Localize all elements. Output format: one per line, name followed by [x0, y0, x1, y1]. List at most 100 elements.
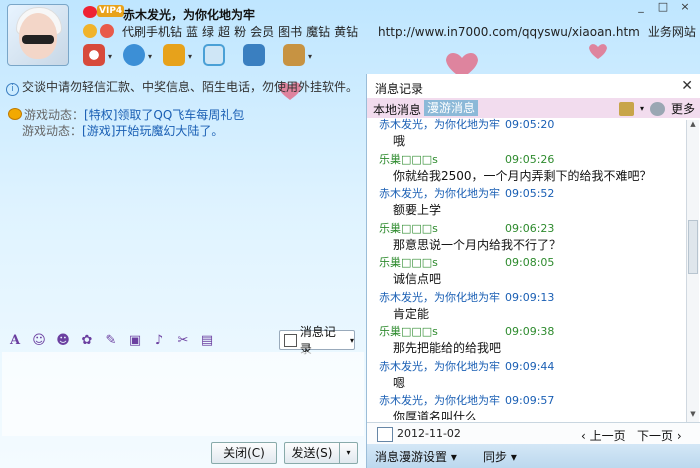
calendar-icon[interactable]: [377, 427, 393, 442]
game-icon[interactable]: [100, 24, 114, 38]
message-text: 你厚道名叫什么: [393, 410, 478, 420]
message-item: 赤木发光，为你化地为牢 09:09:13 肯定能: [379, 291, 685, 326]
message-time: 09:05:26: [505, 152, 555, 166]
signature-part: 黄钻: [334, 25, 359, 39]
signature-part: 图书: [278, 25, 303, 39]
message-time: 09:09:44: [505, 359, 555, 373]
url-link[interactable]: http://www.in7000.com/qqyswu/xiaoan.htm: [378, 25, 640, 39]
prev-page-button[interactable]: ‹ 上一页: [581, 427, 626, 444]
message-item: 乐巢□□□s 09:05:26 你就给我2500，一个月内弄剩下的给我不难吧？: [379, 153, 685, 188]
send-button[interactable]: 发送(S): [284, 442, 340, 464]
music-icon[interactable]: ♪: [150, 331, 168, 349]
game-activity-line: 游戏动态：[特权]领取了QQ飞车每周礼包: [8, 106, 244, 123]
signature-part: 魔钻: [306, 25, 331, 39]
qzone-icon[interactable]: [83, 24, 97, 38]
close-window-button[interactable]: ×: [676, 0, 694, 14]
sticker-icon[interactable]: ✿: [78, 331, 96, 349]
message-list: 赤木发光，为你化地为牢 09:05:20 哦乐巢□□□s 09:05:26 你就给我25…: [367, 118, 685, 420]
message-text: 嗯: [393, 375, 406, 390]
history-footer: 消息漫游设置 ▾ 同步 ▾: [367, 444, 700, 468]
vip-badge: VIP4: [97, 5, 125, 17]
message-item: 乐巢□□□s 09:08:05 诚信点吧: [379, 256, 685, 291]
image-icon[interactable]: ▣: [126, 331, 144, 349]
file-transfer-icon: [163, 44, 185, 66]
game-logo-icon: [8, 108, 22, 120]
font-icon[interactable]: A: [6, 331, 24, 349]
message-time: 09:09:57: [505, 394, 555, 407]
export-icon[interactable]: [618, 101, 634, 116]
signature-part: 绿: [202, 25, 215, 39]
conversation-panel: i 交谈中请勿轻信汇款、中奖信息、陌生电话，勿使用外挂软件。 游戏动态：[特权]领…: [0, 74, 366, 468]
file-transfer-button[interactable]: ▾: [156, 40, 192, 70]
message-sender: 赤木发光，为你化地为牢: [379, 394, 500, 407]
chat-window: VIP4 赤木发光，为你化地为牢 代刷手机钻蓝绿超粉会员 图书 魔钻 黄钻 http:…: [0, 0, 700, 468]
signature-part: 粉: [234, 25, 247, 39]
url-suffix: 业务网站: [647, 25, 696, 39]
avatar[interactable]: [7, 4, 69, 66]
message-text: 肯定能: [393, 306, 430, 321]
status-icons: [83, 24, 114, 38]
screen-share-icon: [203, 44, 225, 66]
message-time: 09:05:52: [505, 187, 555, 200]
sync-button[interactable]: 同步 ▾: [483, 448, 517, 465]
close-history-button[interactable]: ✕: [681, 78, 693, 94]
message-item: 赤木发光，为你化地为牢 09:05:52 额要上学: [379, 187, 685, 222]
message-item: 乐巢□□□s 09:06:23 那意思说一个月内给我不行了？: [379, 222, 685, 257]
roaming-settings-button[interactable]: 消息漫游设置 ▾: [375, 448, 457, 465]
history-pager: 2012-11-02 ‹ 上一页 下一页 ›: [367, 422, 700, 445]
message-time: 09:08:05: [505, 256, 555, 269]
history-tools: ▾ 更多: [618, 100, 695, 117]
tab-local-messages[interactable]: 本地消息: [373, 101, 421, 118]
contact-nickname: 赤木发光，为你化地为牢: [123, 8, 256, 22]
message-sender: 赤木发光，为你化地为牢: [379, 118, 500, 131]
tab-roaming-messages[interactable]: 漫游消息: [424, 100, 479, 116]
info-icon: i: [6, 83, 19, 96]
message-sender: 赤木发光，为你化地为牢: [379, 187, 500, 200]
message-time: 09:05:20: [505, 118, 555, 131]
message-time: 09:09:38: [505, 325, 555, 338]
voice-icon: [123, 44, 145, 66]
message-history-button[interactable]: 消息记录 ▾: [279, 325, 355, 356]
voice-call-button[interactable]: ▾: [116, 40, 152, 70]
video-icon: [83, 44, 105, 66]
message-time: 09:06:23: [505, 221, 555, 235]
message-input[interactable]: [2, 352, 364, 436]
message-item: 赤木发光，为你化地为牢 09:09:44 嗯: [379, 360, 685, 395]
message-text: 你就给我2500，一个月内弄剩下的给我不难吧？: [393, 168, 652, 183]
close-button[interactable]: 关闭(C): [211, 442, 277, 464]
screenshot-icon[interactable]: ✂: [174, 331, 192, 349]
maximize-button[interactable]: □: [654, 0, 672, 14]
message-sender: 乐巢□□□s: [379, 152, 438, 166]
message-item: 赤木发光，为你化地为牢 09:05:20 哦: [379, 118, 685, 153]
speaker-icon[interactable]: [649, 101, 665, 116]
game-activity-link[interactable]: [特权]领取了QQ飞车每周礼包: [84, 108, 244, 122]
remote-desktop-icon: [243, 44, 265, 66]
face-icon[interactable]: ☻: [54, 331, 72, 349]
more-icon[interactable]: ▤: [198, 331, 216, 349]
video-call-button[interactable]: ▾: [76, 40, 112, 70]
handwrite-icon[interactable]: ✎: [102, 331, 120, 349]
history-tabs: 本地消息 漫游消息 ▾ 更多: [367, 98, 700, 118]
message-text: 那意思说一个月内给我不行了？: [393, 237, 562, 252]
scrollbar[interactable]: ▲ ▼: [686, 120, 699, 422]
message-text: 那先把能给的给我吧: [393, 341, 502, 355]
scrollbar-thumb[interactable]: [688, 220, 698, 274]
message-text: 诚信点吧: [393, 272, 442, 286]
status-icon: [83, 6, 97, 18]
signature-url: http://www.in7000.com/qqyswu/xiaoan.htm 业…: [378, 23, 696, 40]
message-sender: 乐巢□□□s: [379, 325, 438, 338]
minimize-button[interactable]: _: [632, 0, 650, 14]
more-apps-button[interactable]: ▾: [276, 40, 312, 70]
history-icon: [284, 333, 297, 347]
emoji-icon[interactable]: ☺: [30, 331, 48, 349]
next-page-button[interactable]: 下一页 ›: [637, 427, 682, 444]
remote-desktop-button[interactable]: [236, 40, 272, 70]
history-title: 消息记录: [375, 82, 424, 96]
send-options-dropdown[interactable]: ▾: [339, 442, 358, 464]
history-date[interactable]: 2012-11-02: [397, 427, 461, 440]
message-item: 乐巢□□□s 09:09:38 那先把能给的给我吧: [379, 325, 685, 360]
game-activity-link[interactable]: [游戏]开始玩魔幻大陆了。: [82, 124, 223, 138]
screen-share-button[interactable]: [196, 40, 232, 70]
more-button[interactable]: 更多: [671, 100, 695, 117]
message-sender: 乐巢□□□s: [379, 256, 438, 269]
